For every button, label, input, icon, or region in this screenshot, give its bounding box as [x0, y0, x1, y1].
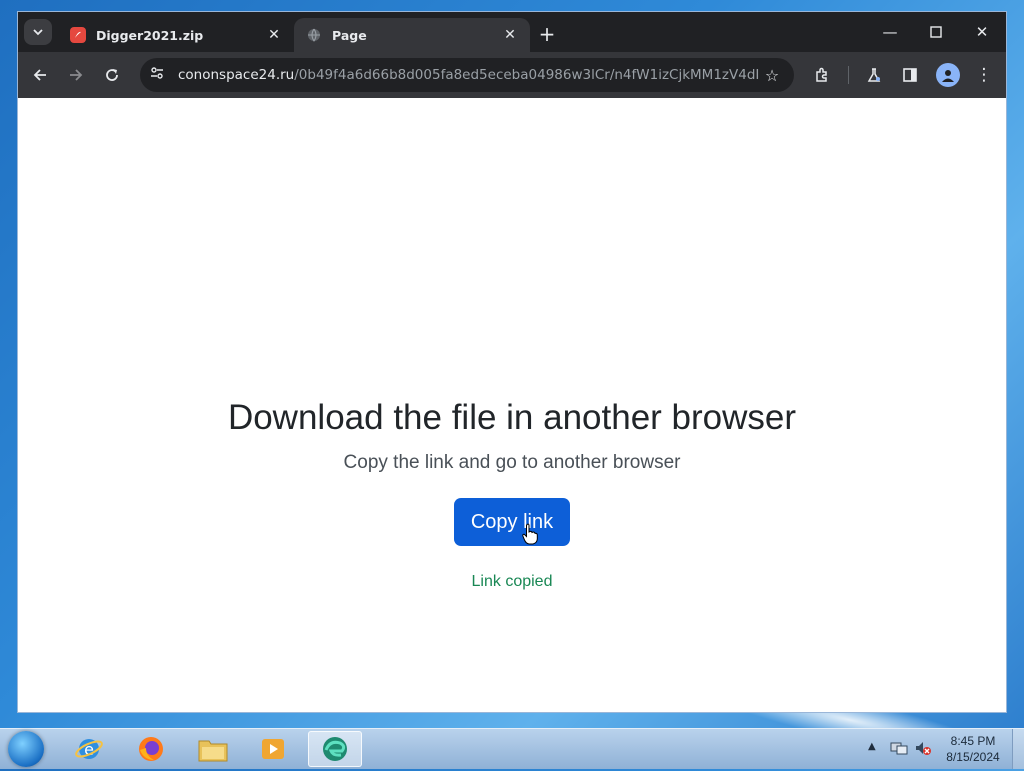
clock-time: 8:45 PM [950, 734, 996, 748]
firefox-icon[interactable] [124, 731, 178, 767]
browser-toolbar: cononspace24.ru/0b49f4a6d66b8d005fa8ed5e… [18, 52, 1006, 98]
tab-digger-zip[interactable]: Digger2021.zip ✕ [58, 18, 294, 52]
reload-icon[interactable] [98, 62, 126, 88]
tab-close-icon[interactable]: ✕ [264, 27, 284, 43]
back-arrow-icon[interactable] [26, 62, 54, 88]
volume-muted-icon[interactable] [914, 740, 932, 756]
minimize-icon[interactable]: — [868, 20, 912, 44]
side-panel-icon[interactable] [896, 62, 924, 88]
pdf-red-icon [70, 27, 86, 43]
page-heading: Download the file in another browser [227, 398, 797, 437]
tray-expand-arrow-icon[interactable]: ▲ [868, 741, 876, 752]
browser-window: Digger2021.zip ✕ Page ✕ + — ✕ cononspace… [18, 12, 1006, 712]
tab-title: Page [332, 27, 367, 43]
page-subheading: Copy the link and go to another browser [343, 452, 681, 473]
copy-link-button[interactable]: Copy link [454, 498, 570, 546]
bookmark-star-icon[interactable]: ☆ [760, 66, 784, 85]
url-host: cononspace24.ru [178, 67, 295, 83]
windows-taskbar: e ▲ 8:45 PM 8/15/2024 [0, 728, 1024, 769]
tab-page[interactable]: Page ✕ [294, 18, 530, 52]
url-text: cononspace24.ru/0b49f4a6d66b8d005fa8ed5e… [178, 67, 760, 83]
address-bar[interactable]: cononspace24.ru/0b49f4a6d66b8d005fa8ed5e… [140, 58, 794, 92]
kebab-menu-icon[interactable]: ⋮ [970, 62, 998, 88]
tab-title: Digger2021.zip [96, 27, 204, 43]
close-icon[interactable]: ✕ [960, 20, 1004, 44]
show-desktop-button[interactable] [1012, 729, 1024, 769]
new-tab-plus-icon[interactable]: + [534, 21, 560, 47]
system-clock[interactable]: 8:45 PM 8/15/2024 [940, 733, 1006, 765]
status-message: Link copied [471, 573, 553, 590]
file-explorer-icon[interactable] [186, 731, 240, 767]
internet-explorer-icon[interactable]: e [62, 731, 116, 767]
profile-avatar-icon[interactable] [936, 63, 960, 87]
chevron-down-icon [33, 29, 43, 36]
start-button-windows-icon[interactable] [8, 731, 44, 767]
media-player-icon[interactable] [246, 731, 300, 767]
maximize-icon[interactable] [914, 20, 958, 44]
page-content: Download the file in another browser Cop… [18, 98, 1006, 712]
hand-pointer-cursor-icon [522, 523, 538, 545]
tab-search-button[interactable] [24, 19, 52, 45]
tab-close-icon[interactable]: ✕ [500, 27, 520, 43]
labs-flask-icon[interactable] [860, 62, 888, 88]
network-icon[interactable] [890, 740, 908, 756]
clock-date: 8/15/2024 [946, 750, 1000, 764]
extensions-puzzle-icon[interactable] [808, 62, 836, 88]
url-path: /0b49f4a6d66b8d005fa8ed5eceba04986w3lCr/… [294, 67, 760, 83]
forward-arrow-icon[interactable] [62, 62, 90, 88]
globe-icon [306, 27, 322, 43]
toolbar-divider [848, 66, 849, 84]
edge-icon[interactable] [308, 731, 362, 767]
site-settings-icon[interactable] [150, 66, 172, 84]
tab-strip: Digger2021.zip ✕ Page ✕ + — ✕ [18, 12, 1006, 52]
